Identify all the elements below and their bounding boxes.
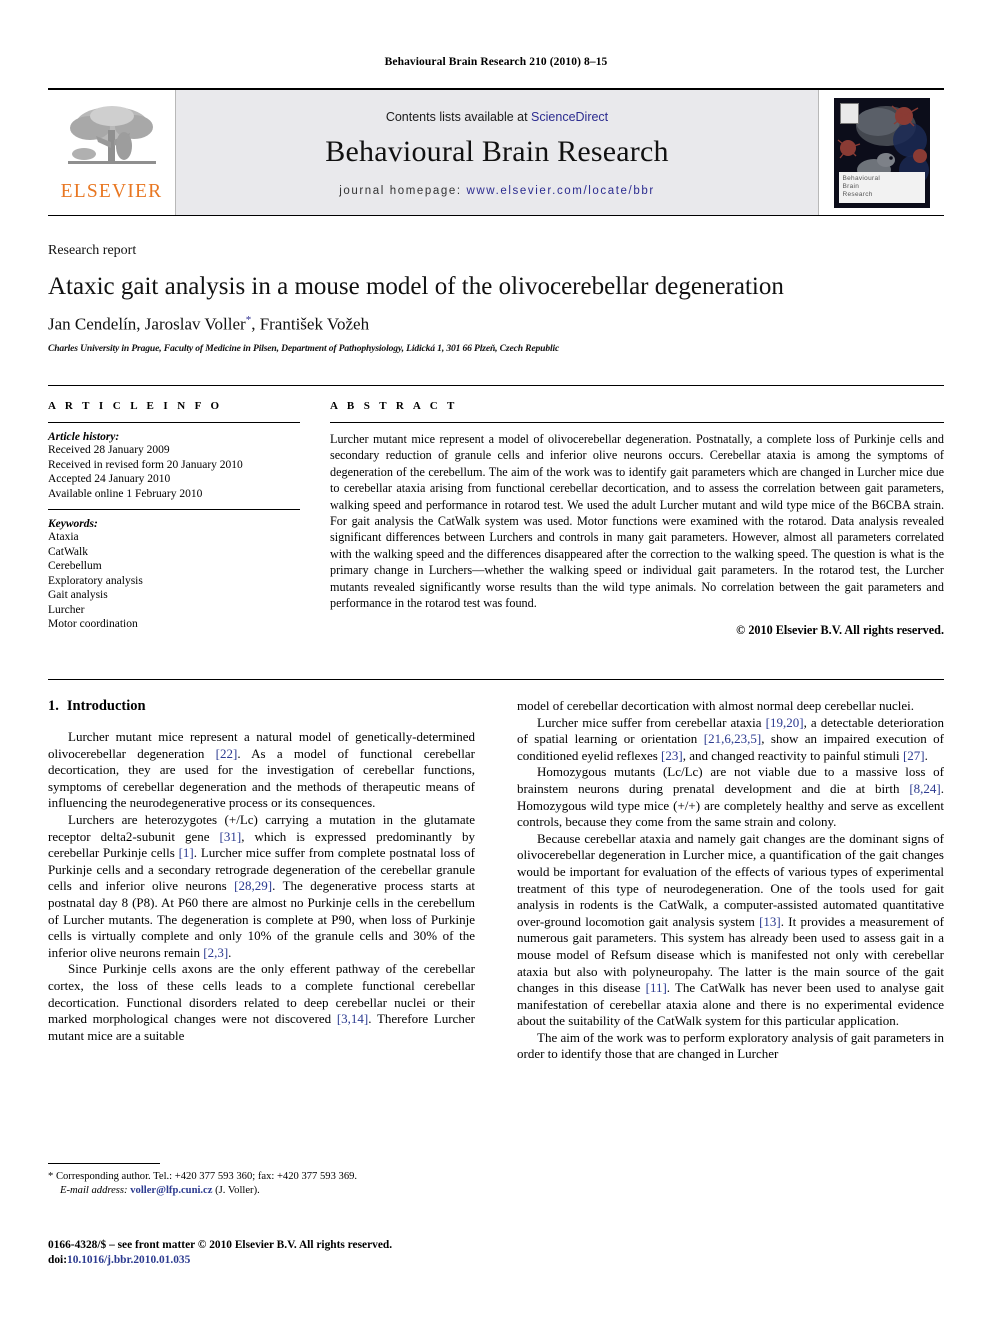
body-columns: 1. Introduction Lurcher mutant mice repre…	[48, 698, 944, 1218]
article-type-label: Research report	[48, 243, 137, 258]
article-info-heading: A R T I C L E I N F O	[48, 400, 223, 412]
citation-link[interactable]: [1]	[179, 845, 194, 860]
history-item: Received 28 January 2009	[48, 444, 170, 456]
cover-title-line-1: Behavioural	[842, 174, 881, 182]
masthead-center: Contents lists available at ScienceDirec…	[176, 90, 818, 215]
journal-homepage-link[interactable]: www.elsevier.com/locate/bbr	[466, 185, 654, 197]
affiliation: Charles University in Prague, Faculty of…	[48, 343, 560, 354]
citation-link[interactable]: [23]	[661, 748, 683, 763]
text-run: The aim of the work was to perform explo…	[517, 1029, 944, 1062]
cover-title-band: Behavioural Brain Research	[838, 171, 925, 203]
keyword-item: Cerebellum	[48, 560, 102, 572]
elsevier-wordmark: ELSEVIER	[60, 181, 163, 202]
keyword-item: Motor coordination	[48, 618, 138, 630]
email-link[interactable]: voller@lfp.cuni.cz	[130, 1185, 212, 1196]
paragraph: Since Purkinje cells axons are the only …	[48, 961, 475, 1044]
issn-line: 0166-4328/$ – see front matter © 2010 El…	[48, 1239, 393, 1251]
homepage-prefix: journal homepage:	[339, 185, 467, 197]
abstract-column: A B S T R A C T Lurcher mutant mice repr…	[318, 386, 944, 679]
journal-masthead: ELSEVIER Contents lists available at Sci…	[48, 88, 944, 216]
paragraph: The aim of the work was to perform explo…	[517, 1030, 944, 1063]
text-run: .	[924, 747, 928, 763]
article-info-column: A R T I C L E I N F O Article history: R…	[48, 386, 318, 679]
citation-link[interactable]: [31]	[220, 829, 242, 844]
history-item: Available online 1 February 2010	[48, 487, 203, 500]
keyword-item: Ataxia	[48, 531, 79, 543]
text-run: .	[228, 944, 232, 960]
citation-link[interactable]: [8,24]	[909, 781, 940, 796]
keywords-block: Keywords: Ataxia CatWalk Cerebellum Expl…	[48, 509, 300, 632]
elsevier-logo-cell: ELSEVIER	[48, 90, 176, 215]
journal-homepage-line: journal homepage: www.elsevier.com/locat…	[339, 185, 655, 197]
text-run: Lurcher mice suffer from cerebellar atax…	[537, 714, 766, 730]
citation-link[interactable]: [2,3]	[203, 945, 228, 960]
abstract-divider	[330, 422, 944, 423]
page-title: Ataxic gait analysis in a mouse model of…	[48, 273, 784, 300]
intro-left-paragraphs: Lurcher mutant mice represent a natural …	[48, 729, 475, 1044]
issn-footer: 0166-4328/$ – see front matter © 2010 El…	[48, 1238, 488, 1267]
citation-link[interactable]: [11]	[646, 980, 667, 995]
elsevier-logo: ELSEVIER	[59, 102, 165, 203]
journal-title: Behavioural Brain Research	[325, 135, 669, 168]
keyword-item: CatWalk	[48, 545, 88, 558]
corresponding-author-note: * Corresponding author. Tel.: +420 377 5…	[48, 1171, 358, 1182]
contents-available-line: Contents lists available at ScienceDirec…	[386, 110, 608, 124]
email-owner: (J. Voller).	[215, 1184, 260, 1196]
doi-link[interactable]: 10.1016/j.bbr.2010.01.035	[67, 1254, 190, 1266]
cover-elsevier-badge	[839, 102, 859, 124]
paragraph: Lurcher mice suffer from cerebellar atax…	[517, 715, 944, 765]
email-label: E-mail address:	[60, 1184, 128, 1196]
journal-cover-cell: Behavioural Brain Research	[818, 90, 944, 215]
keywords-heading: Keywords:	[48, 518, 98, 530]
paper-page: Behavioural Brain Research 210 (2010) 8–…	[0, 0, 992, 1323]
history-item: Accepted 24 January 2010	[48, 473, 171, 485]
body-column-right: model of cerebellar decortication with a…	[517, 698, 944, 1218]
article-history-heading: Article history:	[48, 431, 120, 443]
section-number: 1.	[48, 698, 59, 714]
running-head: Behavioural Brain Research 210 (2010) 8–…	[384, 56, 608, 68]
doi-line: doi:10.1016/j.bbr.2010.01.035	[48, 1253, 488, 1268]
citation-link[interactable]: [28,29]	[234, 878, 272, 893]
body-column-left: 1. Introduction Lurcher mutant mice repre…	[48, 698, 475, 1218]
citation-link[interactable]: [22]	[216, 746, 238, 761]
elsevier-tree-icon	[67, 106, 156, 164]
paragraph: Because cerebellar ataxia and namely gai…	[517, 831, 944, 1030]
text-run: , and changed reactivity to painful stim…	[682, 747, 903, 763]
section-title: Introduction	[66, 698, 146, 714]
keyword-item: Lurcher	[48, 603, 85, 616]
citation-link[interactable]: [3,14]	[337, 1011, 368, 1026]
keyword-item: Exploratory analysis	[48, 574, 143, 587]
author-list: Jan Cendelín, Jaroslav Voller*, Františe…	[48, 314, 944, 335]
info-divider	[48, 422, 300, 423]
abstract-text: Lurcher mutant mice represent a model of…	[330, 432, 944, 611]
history-item: Received in revised form 20 January 2010	[48, 458, 243, 471]
citation-link[interactable]: [27]	[903, 748, 925, 763]
authors-main: Jan Cendelín, Jaroslav Voller	[48, 314, 246, 334]
email-note: E-mail address: voller@lfp.cuni.cz (J. V…	[48, 1184, 478, 1198]
section-heading-introduction: 1. Introduction	[48, 698, 475, 715]
footnote-block: * Corresponding author. Tel.: +420 377 5…	[48, 1170, 478, 1197]
intro-right-paragraphs: model of cerebellar decortication with a…	[517, 698, 944, 1063]
citation-link[interactable]: [19,20]	[766, 715, 804, 730]
cover-title-line-3: Research	[842, 190, 873, 198]
doi-label: doi:	[48, 1253, 67, 1266]
contents-prefix: Contents lists available at	[385, 110, 532, 124]
paragraph: model of cerebellar decortication with a…	[517, 698, 944, 715]
abstract-copyright: © 2010 Elsevier B.V. All rights reserved…	[736, 623, 944, 638]
cover-title-line-2: Brain	[842, 182, 860, 190]
citation-link[interactable]: [21,6,23,5]	[704, 731, 761, 746]
citation-link[interactable]: [13]	[759, 914, 781, 929]
paragraph: Homozygous mutants (Lc/Lc) are not viabl…	[517, 764, 944, 830]
paragraph: Lurchers are heterozygotes (+/Lc) carryi…	[48, 812, 475, 961]
sciencedirect-link[interactable]: ScienceDirect	[531, 110, 608, 124]
abstract-heading: A B S T R A C T	[330, 400, 458, 412]
paragraph: Lurcher mutant mice represent a natural …	[48, 729, 475, 812]
text-run: model of cerebellar decortication with a…	[517, 698, 915, 713]
info-abstract-band: A R T I C L E I N F O Article history: R…	[48, 385, 944, 680]
authors-tail: , František Vožeh	[251, 314, 370, 334]
keyword-item: Gait analysis	[48, 589, 108, 601]
text-run: Homozygous mutants (Lc/Lc) are not viabl…	[517, 764, 944, 796]
journal-cover-image: Behavioural Brain Research	[833, 97, 930, 208]
footnote-rule	[48, 1163, 160, 1164]
